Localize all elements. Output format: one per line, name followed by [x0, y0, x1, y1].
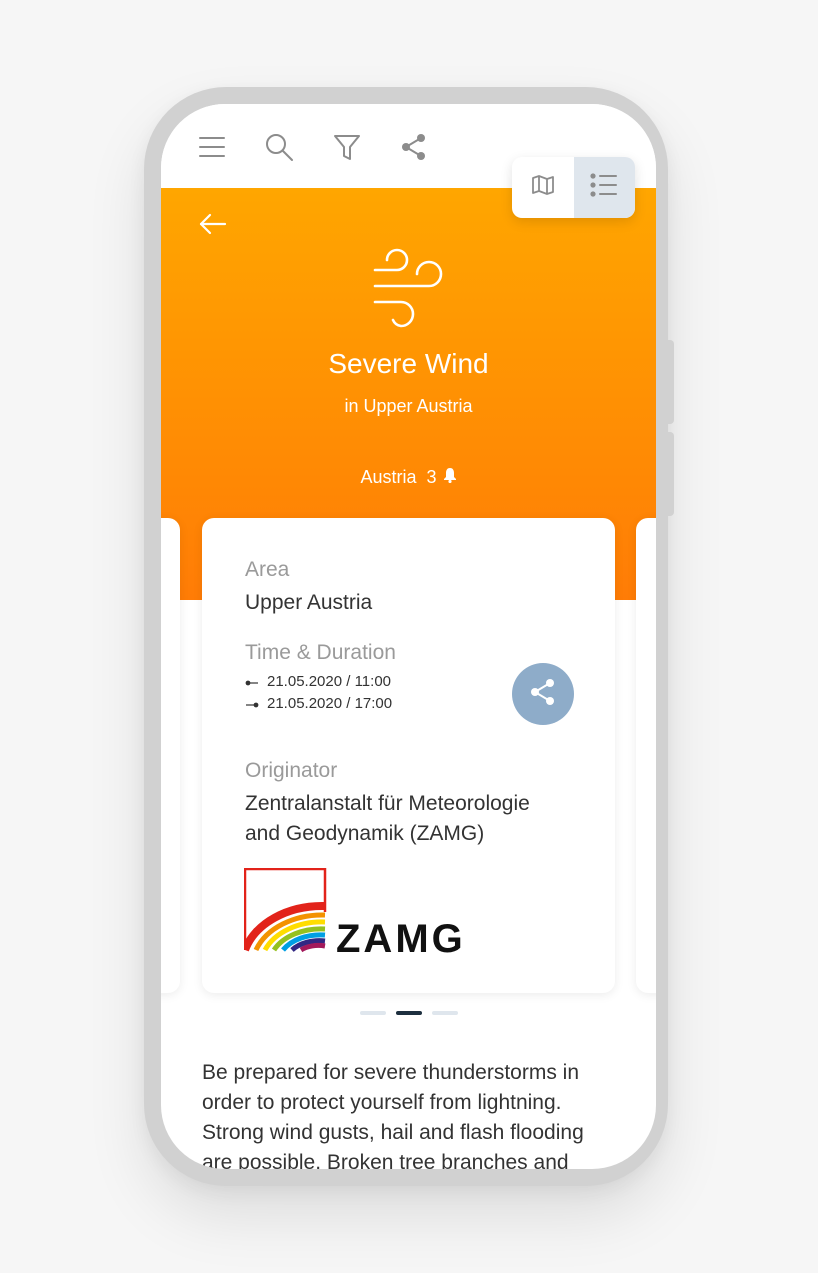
search-icon[interactable] [264, 132, 294, 162]
list-icon [590, 173, 618, 202]
filter-icon[interactable] [332, 132, 362, 162]
phone-frame: Severe Wind in Upper Austria Austria 3 A… [144, 87, 674, 1186]
warning-description: Be prepared for severe thunderstorms in … [202, 1061, 584, 1169]
region-name: Austria [360, 467, 417, 487]
area-value: Upper Austria [245, 591, 373, 614]
previous-warning-card[interactable] [161, 518, 180, 993]
end-marker-icon [245, 695, 259, 712]
start-marker-icon [245, 673, 259, 690]
wind-icon [367, 242, 453, 328]
region-alerts[interactable]: Austria 3 [161, 467, 656, 488]
carousel-pager [161, 1011, 656, 1015]
view-toggle [512, 157, 635, 218]
pager-dot-2-active[interactable] [395, 1011, 422, 1015]
pager-dot-1[interactable] [359, 1011, 386, 1015]
start-time: 21.05.2020 / 11:00 [245, 673, 391, 690]
next-warning-card[interactable] [636, 518, 656, 993]
pager-dot-3[interactable] [431, 1011, 458, 1015]
map-view-button[interactable] [512, 157, 574, 218]
share-icon[interactable] [399, 132, 429, 162]
svg-text:ZAMG: ZAMG [336, 917, 466, 956]
back-arrow-icon[interactable] [197, 208, 229, 240]
share-icon [529, 678, 557, 711]
menu-icon[interactable] [197, 132, 227, 162]
originator-label: Originator [245, 759, 338, 782]
end-time-value: 21.05.2020 / 17:00 [267, 695, 393, 712]
originator-line-1: Zentralanstalt für Meteorologie [245, 792, 530, 815]
bell-icon [443, 467, 457, 488]
warning-subtitle: in Upper Austria [344, 396, 473, 416]
volume-up-button [666, 340, 674, 424]
volume-down-button [666, 432, 674, 516]
warning-detail-card: Area Upper Austria Time & Duration 21.05… [202, 518, 615, 993]
map-icon [531, 174, 555, 201]
share-button[interactable] [512, 663, 574, 725]
app-screen: Severe Wind in Upper Austria Austria 3 A… [161, 104, 656, 1169]
time-duration-label: Time & Duration [245, 641, 396, 664]
area-label: Area [245, 558, 290, 581]
zamg-logo: ZAMG [241, 867, 484, 961]
list-view-button[interactable] [573, 157, 635, 218]
end-time: 21.05.2020 / 17:00 [245, 695, 392, 712]
originator-line-2: and Geodynamik (ZAMG) [245, 822, 485, 845]
alert-count: 3 [426, 467, 437, 487]
start-time-value: 21.05.2020 / 11:00 [267, 673, 391, 690]
warning-title: Severe Wind [328, 348, 489, 379]
